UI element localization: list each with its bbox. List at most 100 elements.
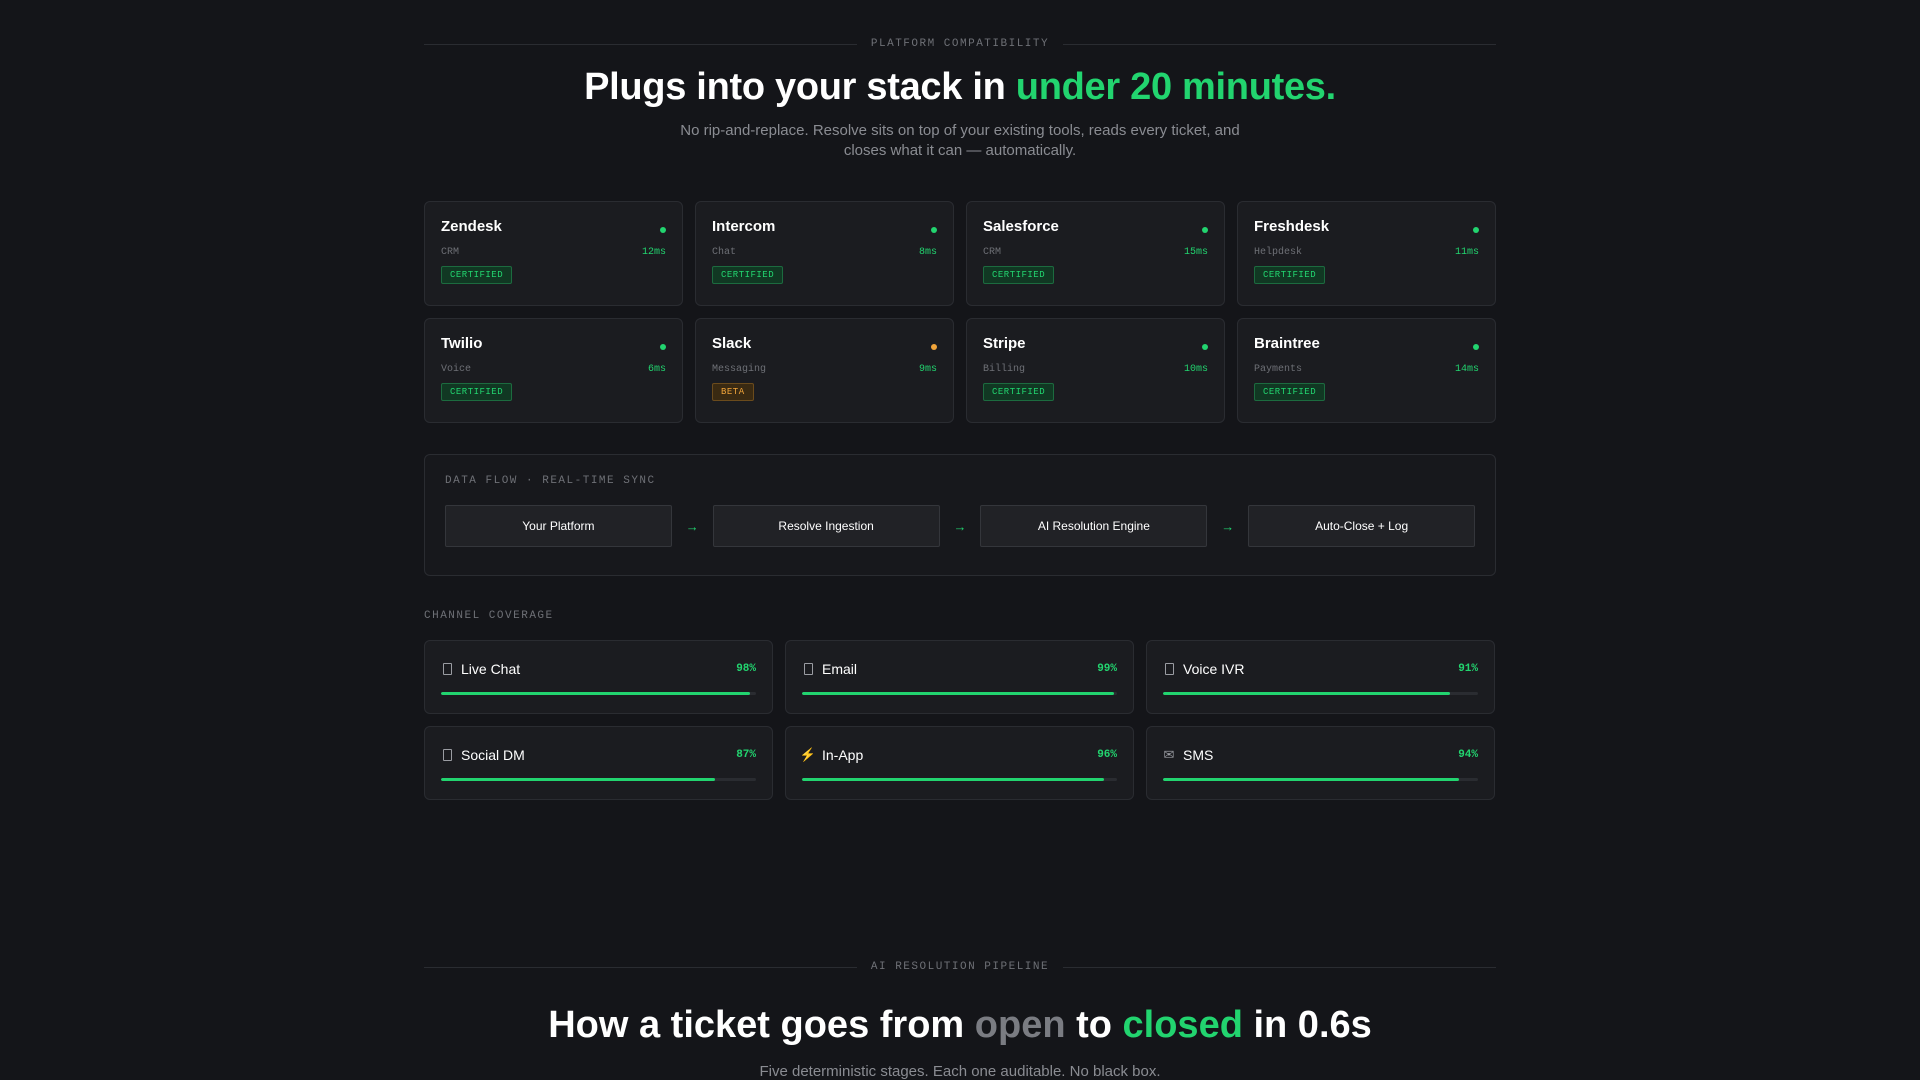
- integration-latency: 9ms: [918, 364, 937, 375]
- integration-name: Zendesk: [441, 218, 502, 235]
- integration-card-salesforce[interactable]: Salesforce CRM 15ms CERTIFIED: [966, 201, 1225, 306]
- integration-category: Payments: [1254, 364, 1303, 375]
- integration-meta: Messaging 9ms: [712, 364, 937, 375]
- coverage-bar-fill: [441, 692, 750, 695]
- channel-card-voice-ivr[interactable]: Voice IVR 91%: [1146, 640, 1495, 714]
- integration-latency: 15ms: [1183, 247, 1208, 258]
- channel-percentage: 99%: [1097, 663, 1117, 675]
- status-badge: CERTIFIED: [441, 266, 513, 284]
- compat-title-main: Plugs into your stack in: [584, 66, 1016, 108]
- status-dot-icon: [1202, 344, 1208, 350]
- compat-title-accent: under 20 minutes.: [1015, 66, 1336, 108]
- channel-card-email[interactable]: Email 99%: [785, 640, 1134, 714]
- integration-name: Slack: [712, 335, 752, 352]
- channel-icon: ⚡: [799, 747, 817, 762]
- channel-card-social-dm[interactable]: Social DM 87%: [424, 726, 773, 800]
- status-dot-icon: [1473, 227, 1479, 233]
- flow-step-1: Your Platform: [445, 505, 672, 547]
- integration-meta: Chat 8ms: [712, 247, 937, 258]
- integration-card-intercom[interactable]: Intercom Chat 8ms CERTIFIED: [695, 201, 954, 306]
- channel-header: ✉ SMS 94%: [1163, 747, 1478, 763]
- integration-card-freshdesk[interactable]: Freshdesk Helpdesk 11ms CERTIFIED: [1237, 201, 1496, 306]
- channel-card-sms[interactable]: ✉ SMS 94%: [1146, 726, 1495, 800]
- integration-latency: 14ms: [1454, 364, 1479, 375]
- integration-meta: Billing 10ms: [983, 364, 1208, 375]
- channel-icon: [441, 747, 453, 763]
- channel-name: Live Chat: [461, 661, 521, 677]
- pipeline-title: How a ticket goes from open to closed in…: [424, 1004, 1496, 1047]
- pipeline-title-to: to: [1065, 1004, 1123, 1046]
- divider: [424, 43, 857, 45]
- channel-box-icon: [442, 663, 452, 675]
- integration-meta: Helpdesk 11ms: [1254, 247, 1479, 258]
- data-flow-panel: DATA FLOW · REAL-TIME SYNC Your Platform…: [424, 454, 1496, 576]
- status-dot-icon: [660, 344, 666, 350]
- coverage-bar-fill: [1163, 692, 1450, 695]
- status-badge: BETA: [712, 383, 754, 401]
- channel-box-icon: [803, 663, 813, 675]
- integrations-grid: Zendesk CRM 12ms CERTIFIED Intercom Chat 8ms CE…: [424, 201, 1496, 423]
- channel-header: Voice IVR 91%: [1163, 661, 1478, 677]
- status-badge: CERTIFIED: [983, 266, 1055, 284]
- coverage-bar: [802, 692, 1117, 695]
- pipeline-subtitle: Five deterministic stages. Each one audi…: [759, 1063, 1161, 1080]
- integration-meta: Voice 6ms: [441, 364, 666, 375]
- channel-icon: [441, 661, 453, 677]
- divider: [1063, 43, 1497, 45]
- coverage-bar-fill: [802, 692, 1114, 695]
- channel-icon: [1163, 661, 1175, 677]
- compat-subtitle: No rip-and-replace. Resolve sits on top …: [680, 122, 1240, 159]
- coverage-bar: [441, 692, 756, 695]
- arrow-right-icon: →: [685, 518, 699, 534]
- status-dot-icon: [1202, 227, 1208, 233]
- integration-category: Voice: [441, 364, 472, 375]
- channel-header: Social DM 87%: [441, 747, 756, 763]
- status-dot-icon: [1473, 344, 1479, 350]
- channel-header: Live Chat 98%: [441, 661, 756, 677]
- integration-category: Helpdesk: [1254, 247, 1303, 258]
- integration-latency: 8ms: [918, 247, 937, 258]
- channel-header: Email 99%: [802, 661, 1117, 677]
- compat-eyebrow: PLATFORM COMPATIBILITY: [870, 38, 1050, 50]
- integration-latency: 6ms: [647, 364, 666, 375]
- channel-name: Voice IVR: [1183, 661, 1245, 677]
- channel-coverage-label: CHANNEL COVERAGE: [424, 610, 554, 622]
- data-flow-steps: Your Platform → Resolve Ingestion → AI Resol…: [445, 505, 1475, 547]
- arrow-right-icon: →: [953, 518, 967, 534]
- divider: [424, 966, 857, 968]
- channel-icon: [802, 661, 814, 677]
- channel-card-live-chat[interactable]: Live Chat 98%: [424, 640, 773, 714]
- channel-name: Social DM: [461, 747, 525, 763]
- integration-category: CRM: [441, 247, 460, 258]
- flow-step-4: Auto-Close + Log: [1248, 505, 1475, 547]
- flow-step-2: Resolve Ingestion: [712, 505, 940, 547]
- pipeline-title-open: open: [974, 1004, 1066, 1046]
- status-badge: CERTIFIED: [1254, 266, 1326, 284]
- integration-card-slack[interactable]: Slack Messaging 9ms BETA: [695, 318, 954, 423]
- data-flow-label: DATA FLOW · REAL-TIME SYNC: [445, 475, 656, 487]
- status-badge: CERTIFIED: [983, 383, 1055, 401]
- channel-grid: Live Chat 98% Email 99% Voice IVR 91% Social D…: [424, 640, 1495, 800]
- integration-latency: 10ms: [1183, 364, 1208, 375]
- status-badge: CERTIFIED: [441, 383, 513, 401]
- integration-category: CRM: [983, 247, 1002, 258]
- channel-card-in-app[interactable]: ⚡ In-App 96%: [785, 726, 1134, 800]
- arrow-right-icon: →: [1221, 518, 1235, 534]
- integration-card-braintree[interactable]: Braintree Payments 14ms CERTIFIED: [1237, 318, 1496, 423]
- integration-card-stripe[interactable]: Stripe Billing 10ms CERTIFIED: [966, 318, 1225, 423]
- integration-name: Intercom: [712, 218, 776, 235]
- channel-icon: ✉: [1163, 747, 1175, 762]
- integration-category: Billing: [983, 364, 1026, 375]
- channel-box-icon: [1164, 663, 1174, 675]
- status-badge: CERTIFIED: [712, 266, 784, 284]
- integration-name: Salesforce: [983, 218, 1059, 235]
- integration-meta: CRM 12ms: [441, 247, 666, 258]
- integration-latency: 12ms: [641, 247, 666, 258]
- integration-category: Messaging: [712, 364, 767, 375]
- channel-percentage: 98%: [736, 663, 756, 675]
- coverage-bar: [441, 778, 756, 781]
- integration-name: Freshdesk: [1254, 218, 1330, 235]
- integration-card-zendesk[interactable]: Zendesk CRM 12ms CERTIFIED: [424, 201, 683, 306]
- integration-card-twilio[interactable]: Twilio Voice 6ms CERTIFIED: [424, 318, 683, 423]
- integration-name: Stripe: [983, 335, 1026, 352]
